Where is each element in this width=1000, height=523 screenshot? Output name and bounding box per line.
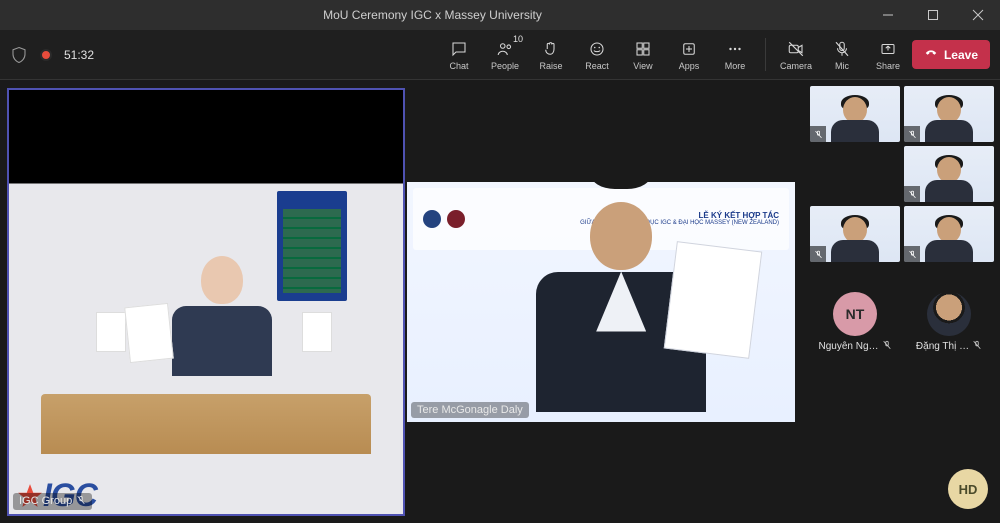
participant-name: Nguyễn Ng…	[818, 340, 891, 353]
participant-thumbnail[interactable]	[810, 206, 900, 262]
leave-button[interactable]: Leave	[912, 40, 990, 69]
react-icon	[588, 39, 606, 59]
tile-label: IGC Group	[13, 493, 92, 510]
view-icon	[634, 39, 652, 59]
video-feed: LỄ KÝ KẾT HỢP TÁC GIỮA TẬP ĐOÀN GIÁO DỤC…	[407, 182, 795, 422]
tile-label: Tere McGonagle Daly	[411, 402, 529, 418]
video-tile-igc-group[interactable]: IGC IGC Group	[9, 90, 403, 514]
camera-button[interactable]: Camera	[774, 30, 818, 80]
video-tile-tere-mcgonagle-daly[interactable]: LỄ KÝ KẾT HỢP TÁC GIỮA TẬP ĐOÀN GIÁO DỤC…	[407, 182, 795, 422]
main-video-area: IGC IGC Group LỄ KÝ KẾT HỢP TÁC GIỮA TẬP…	[0, 80, 804, 523]
mic-button[interactable]: Mic	[820, 30, 864, 80]
mic-off-icon	[833, 39, 851, 59]
raise-label: Raise	[539, 61, 562, 71]
window-title: MoU Ceremony IGC x Massey University	[0, 8, 865, 22]
mic-off-icon	[810, 246, 826, 262]
camera-label: Camera	[780, 61, 812, 71]
more-button[interactable]: More	[713, 30, 757, 80]
share-icon	[879, 39, 897, 59]
participant-thumbnail[interactable]	[810, 86, 900, 142]
close-button[interactable]	[955, 0, 1000, 30]
participant-thumbnail[interactable]	[904, 206, 994, 262]
thumbnail-grid	[808, 86, 996, 262]
meeting-stage: IGC IGC Group LỄ KÝ KẾT HỢP TÁC GIỮA TẬP…	[0, 80, 1000, 523]
maximize-button[interactable]	[910, 0, 955, 30]
chat-label: Chat	[449, 61, 468, 71]
mic-off-icon	[882, 340, 892, 353]
recording-timer: 51:32	[64, 48, 94, 62]
chat-button[interactable]: Chat	[437, 30, 481, 80]
window-controls	[865, 0, 1000, 30]
audio-only-row: NT Nguyễn Ng… Đặng Thị …	[808, 292, 996, 353]
leave-label: Leave	[944, 48, 978, 62]
mic-label: Mic	[835, 61, 849, 71]
raise-hand-icon	[542, 39, 560, 59]
participant-thumbnail[interactable]	[904, 146, 994, 202]
camera-off-icon	[787, 39, 805, 59]
react-label: React	[585, 61, 609, 71]
share-label: Share	[876, 61, 900, 71]
meeting-toolbar: 51:32 Chat 10 People Raise React	[0, 30, 1000, 80]
share-button[interactable]: Share	[866, 30, 910, 80]
people-label: People	[491, 61, 519, 71]
shield-icon	[10, 46, 28, 64]
view-label: View	[633, 61, 652, 71]
participant-audio-only[interactable]: Đặng Thị …	[905, 292, 993, 353]
mic-off-icon	[904, 246, 920, 262]
people-icon	[496, 39, 514, 59]
raise-hand-button[interactable]: Raise	[529, 30, 573, 80]
apps-label: Apps	[679, 61, 700, 71]
avatar-initials: NT	[833, 292, 877, 336]
title-bar: MoU Ceremony IGC x Massey University	[0, 0, 1000, 30]
react-button[interactable]: React	[575, 30, 619, 80]
mic-off-icon	[76, 495, 86, 508]
apps-icon	[680, 39, 698, 59]
more-label: More	[725, 61, 746, 71]
view-button[interactable]: View	[621, 30, 665, 80]
mic-off-icon	[904, 126, 920, 142]
toolbar-divider	[765, 38, 766, 71]
mic-off-icon	[904, 186, 920, 202]
more-icon	[726, 39, 744, 59]
video-feed	[9, 90, 403, 514]
recording-indicator-icon	[40, 49, 52, 61]
mic-off-icon	[972, 340, 982, 353]
self-view-avatar[interactable]: HD	[948, 469, 988, 509]
mic-off-icon	[810, 126, 826, 142]
people-count: 10	[513, 34, 523, 44]
avatar-photo	[927, 292, 971, 336]
apps-button[interactable]: Apps	[667, 30, 711, 80]
participant-sidebar: NT Nguyễn Ng… Đặng Thị … HD	[804, 80, 1000, 523]
minimize-button[interactable]	[865, 0, 910, 30]
teams-meeting-window: MoU Ceremony IGC x Massey University 51:…	[0, 0, 1000, 523]
chat-icon	[450, 39, 468, 59]
leave-phone-icon	[924, 46, 938, 63]
participant-name: Đặng Thị …	[916, 340, 982, 353]
participant-audio-only[interactable]: NT Nguyễn Ng…	[811, 292, 899, 353]
participant-thumbnail[interactable]	[904, 86, 994, 142]
people-button[interactable]: 10 People	[483, 30, 527, 80]
